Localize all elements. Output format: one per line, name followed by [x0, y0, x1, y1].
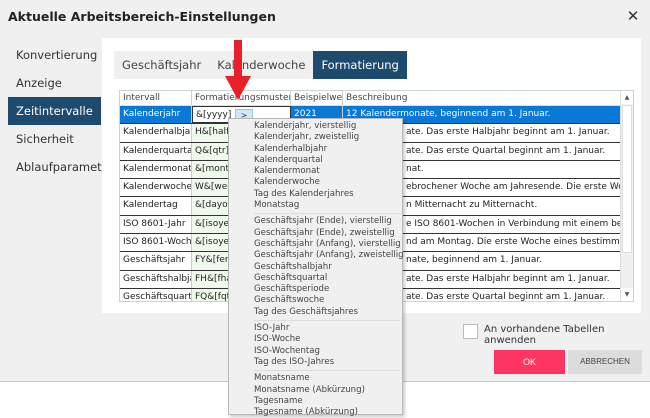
menu-item[interactable]: Monatsname [229, 373, 402, 384]
menu-item[interactable]: Tag des Kalenderjahres [229, 189, 402, 200]
menu-item[interactable]: ISO-Woche [229, 334, 402, 345]
menu-item[interactable]: Kalenderjahr, zweistellig [229, 132, 402, 143]
menu-item[interactable]: Tagesname [229, 396, 402, 407]
interval-cell[interactable]: ISO 8601-Woche [120, 234, 192, 252]
dialog-title: Aktuelle Arbeitsbereich-Einstellungen [8, 9, 276, 24]
interval-cell[interactable]: Geschäftsquartal [120, 288, 192, 301]
menu-item[interactable]: Geschäftswoche [229, 295, 402, 306]
menu-item[interactable]: Tag des ISO-Jahres [229, 357, 402, 368]
menu-item[interactable]: Tag des Geschäftsjahres [229, 307, 402, 318]
menu-item[interactable]: Geschäftsquartal [229, 273, 402, 284]
tab-geschäftsjahr[interactable]: Geschäftsjahr [114, 51, 209, 79]
sidebar-item-zeitintervalle[interactable]: Zeitintervalle [8, 97, 101, 125]
ok-button[interactable]: OK [494, 350, 565, 374]
menu-separator [254, 320, 400, 322]
scroll-down-icon[interactable]: ▼ [621, 288, 633, 301]
sidebar-item-anzeige[interactable]: Anzeige [8, 69, 101, 97]
menu-item[interactable]: Geschäftsjahr (Anfang), vierstellig [229, 239, 402, 250]
sidebar-nav: Konvertierung Anzeige Zeitintervalle Sicher… [8, 41, 113, 181]
scroll-up-icon[interactable]: ▲ [621, 91, 633, 104]
menu-item[interactable]: Kalenderjahr, vierstellig [229, 121, 402, 132]
interval-cell[interactable]: Geschäftsjahr [120, 252, 192, 270]
pattern-value[interactable]: Q&[qtr]- [195, 146, 232, 156]
interval-cell[interactable]: Kalendermonat [120, 160, 192, 179]
interval-cell[interactable]: Kalenderwoche [120, 179, 192, 197]
menu-item[interactable]: ISO-Jahr [229, 323, 402, 334]
menu-item[interactable]: Geschäftsjahr (Ende), zweistellig [229, 228, 402, 239]
menu-item[interactable]: Tagesname (Abkürzung) [229, 407, 402, 418]
tab-formatierung[interactable]: Formatierung [313, 51, 407, 79]
cancel-button[interactable]: ABBRECHEN [568, 350, 642, 374]
interval-cell[interactable]: Kalenderquartal [120, 142, 192, 160]
column-header[interactable]: Beispielwert [291, 91, 343, 105]
menu-separator [254, 370, 400, 372]
menu-item[interactable]: Geschäftshalbjahr [229, 262, 402, 273]
interval-cell[interactable]: Kalenderhalbjahr [120, 124, 192, 142]
column-header[interactable]: Intervall [120, 91, 192, 105]
menu-item[interactable]: Monatsname (Abkürzung) [229, 385, 402, 396]
menu-item[interactable]: Kalenderwoche [229, 177, 402, 188]
pattern-value[interactable]: &[yyyy] [196, 110, 231, 120]
menu-item[interactable]: Geschäftsjahr (Ende), vierstellig [229, 216, 402, 227]
interval-cell[interactable]: Geschäftshalbjahr [120, 270, 192, 288]
close-icon[interactable]: ✕ [624, 6, 642, 26]
menu-item[interactable]: Geschäftsperiode [229, 284, 402, 295]
menu-separator [254, 213, 400, 215]
sidebar-item-konvertierung[interactable]: Konvertierung [8, 41, 101, 69]
menu-item[interactable]: Kalenderquartal [229, 155, 402, 166]
checkbox-label: An vorhandene Tabellen anwenden [484, 324, 605, 346]
menu-item[interactable]: Geschäftsjahr (Anfang), zweistellig [229, 250, 404, 261]
menu-item[interactable]: Kalenderhalbjahr [229, 144, 402, 155]
format-pattern-menu: Kalenderjahr, vierstellig Kalenderjahr, z… [228, 118, 404, 418]
interval-cell[interactable]: ISO 8601-Jahr [120, 215, 192, 234]
apply-existing-tables-checkbox[interactable] [463, 324, 478, 339]
menu-item[interactable]: Monatstag [229, 200, 402, 211]
sidebar-item-sicherheit[interactable]: Sicherheit [8, 125, 101, 153]
menu-item[interactable]: Kalendermonat [229, 166, 402, 177]
red-arrow-annotation-icon [225, 40, 251, 100]
scroll-thumb[interactable] [622, 105, 632, 253]
column-header[interactable]: Beschreibung [343, 91, 633, 105]
tab-bar: Geschäftsjahr Kalenderwoche Formatierung [114, 51, 407, 79]
sidebar-item-ablaufparameter[interactable]: Ablaufparameter [8, 153, 113, 181]
interval-cell[interactable]: Kalenderjahr [120, 106, 192, 124]
menu-item[interactable]: ISO-Wochentag [229, 346, 402, 357]
vertical-scrollbar[interactable]: ▲ ▼ [620, 91, 633, 301]
table-header: IntervallFormatierungsmusterBeispielwert… [120, 91, 633, 106]
interval-cell[interactable]: Kalendertag [120, 197, 192, 215]
